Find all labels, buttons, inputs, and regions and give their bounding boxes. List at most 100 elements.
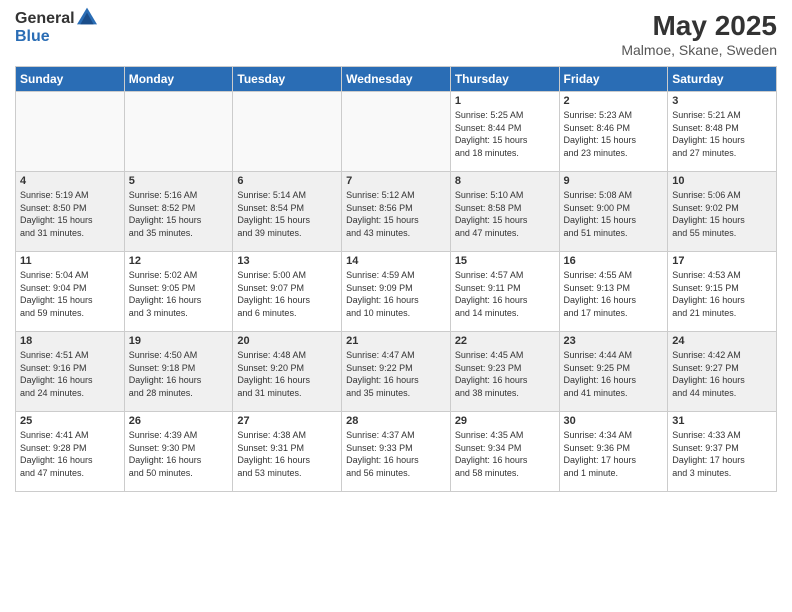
day-info: Sunrise: 5:16 AM Sunset: 8:52 PM Dayligh…: [129, 189, 229, 239]
location-subtitle: Malmoe, Skane, Sweden: [621, 42, 777, 58]
logo-text: General Blue: [15, 10, 97, 45]
table-row: 5 Sunrise: 5:16 AM Sunset: 8:52 PM Daylig…: [124, 172, 233, 252]
week-row-2: 11Sunrise: 5:04 AM Sunset: 9:04 PM Dayli…: [16, 252, 777, 332]
day-info: Sunrise: 4:38 AM Sunset: 9:31 PM Dayligh…: [237, 429, 337, 479]
table-row: 11Sunrise: 5:04 AM Sunset: 9:04 PM Dayli…: [16, 252, 125, 332]
calendar-table: Sunday Monday Tuesday Wednesday Thursday…: [15, 66, 777, 492]
day-number: 17: [672, 255, 772, 267]
day-info: Sunrise: 4:34 AM Sunset: 9:36 PM Dayligh…: [564, 429, 664, 479]
day-info: Sunrise: 5:06 AM Sunset: 9:02 PM Dayligh…: [672, 189, 772, 239]
table-row: 9 Sunrise: 5:08 AM Sunset: 9:00 PM Daylig…: [559, 172, 668, 252]
header-monday: Monday: [124, 67, 233, 92]
table-row: 26Sunrise: 4:39 AM Sunset: 9:30 PM Dayli…: [124, 412, 233, 492]
day-info: Sunrise: 4:55 AM Sunset: 9:13 PM Dayligh…: [564, 269, 664, 319]
table-row: [124, 92, 233, 172]
day-number: 16: [564, 255, 664, 267]
table-row: 31 Sunrise: 4:33 AM Sunset: 9:37 PM Dayli…: [668, 412, 777, 492]
week-row-3: 18Sunrise: 4:51 AM Sunset: 9:16 PM Dayli…: [16, 332, 777, 412]
day-info: Sunrise: 4:51 AM Sunset: 9:16 PM Dayligh…: [20, 349, 120, 399]
day-info: Sunrise: 4:41 AM Sunset: 9:28 PM Dayligh…: [20, 429, 120, 479]
header-friday: Friday: [559, 67, 668, 92]
table-row: [233, 92, 342, 172]
day-info: Sunrise: 5:25 AM Sunset: 8:44 PM Dayligh…: [455, 109, 555, 159]
day-info: Sunrise: 5:12 AM Sunset: 8:56 PM Dayligh…: [346, 189, 446, 239]
table-row: 17 Sunrise: 4:53 AM Sunset: 9:15 PM Dayli…: [668, 252, 777, 332]
header-tuesday: Tuesday: [233, 67, 342, 92]
table-row: 18Sunrise: 4:51 AM Sunset: 9:16 PM Dayli…: [16, 332, 125, 412]
day-number: 10: [672, 175, 772, 187]
day-number: 26: [129, 415, 229, 427]
day-info: Sunrise: 5:23 AM Sunset: 8:46 PM Dayligh…: [564, 109, 664, 159]
day-number: 11: [20, 255, 120, 267]
day-number: 5: [129, 175, 229, 187]
table-row: 19 Sunrise: 4:50 AM Sunset: 9:18 PM Dayli…: [124, 332, 233, 412]
page: General Blue May 2025 Malmoe, Skane, Swe…: [0, 0, 792, 612]
day-info: Sunrise: 4:50 AM Sunset: 9:18 PM Dayligh…: [129, 349, 229, 399]
day-number: 25: [20, 415, 120, 427]
day-info: Sunrise: 5:08 AM Sunset: 9:00 PM Dayligh…: [564, 189, 664, 239]
day-number: 3: [672, 95, 772, 107]
table-row: 29Sunrise: 4:35 AM Sunset: 9:34 PM Dayli…: [450, 412, 559, 492]
title-block: May 2025 Malmoe, Skane, Sweden: [621, 10, 777, 58]
day-info: Sunrise: 4:48 AM Sunset: 9:20 PM Dayligh…: [237, 349, 337, 399]
day-info: Sunrise: 4:44 AM Sunset: 9:25 PM Dayligh…: [564, 349, 664, 399]
table-row: 22 Sunrise: 4:45 AM Sunset: 9:23 PM Dayli…: [450, 332, 559, 412]
week-row-4: 25 Sunrise: 4:41 AM Sunset: 9:28 PM Dayli…: [16, 412, 777, 492]
day-number: 28: [346, 415, 446, 427]
week-row-0: 1 Sunrise: 5:25 AM Sunset: 8:44 PM Daylig…: [16, 92, 777, 172]
table-row: 27Sunrise: 4:38 AM Sunset: 9:31 PM Dayli…: [233, 412, 342, 492]
table-row: 13Sunrise: 5:00 AM Sunset: 9:07 PM Dayli…: [233, 252, 342, 332]
day-info: Sunrise: 4:59 AM Sunset: 9:09 PM Dayligh…: [346, 269, 446, 319]
day-info: Sunrise: 4:57 AM Sunset: 9:11 PM Dayligh…: [455, 269, 555, 319]
week-row-1: 4 Sunrise: 5:19 AM Sunset: 8:50 PM Daylig…: [16, 172, 777, 252]
table-row: 12 Sunrise: 5:02 AM Sunset: 9:05 PM Dayli…: [124, 252, 233, 332]
day-number: 6: [237, 175, 337, 187]
logo-blue: Blue: [15, 28, 97, 46]
header-wednesday: Wednesday: [342, 67, 451, 92]
month-title: May 2025: [621, 10, 777, 42]
day-number: 20: [237, 335, 337, 347]
header-thursday: Thursday: [450, 67, 559, 92]
table-row: 24 Sunrise: 4:42 AM Sunset: 9:27 PM Dayli…: [668, 332, 777, 412]
day-number: 2: [564, 95, 664, 107]
table-row: [16, 92, 125, 172]
table-row: 15 Sunrise: 4:57 AM Sunset: 9:11 PM Dayli…: [450, 252, 559, 332]
table-row: 7Sunrise: 5:12 AM Sunset: 8:56 PM Daylig…: [342, 172, 451, 252]
day-number: 1: [455, 95, 555, 107]
day-info: Sunrise: 4:45 AM Sunset: 9:23 PM Dayligh…: [455, 349, 555, 399]
header-sunday: Sunday: [16, 67, 125, 92]
day-number: 19: [129, 335, 229, 347]
weekday-header-row: Sunday Monday Tuesday Wednesday Thursday…: [16, 67, 777, 92]
day-info: Sunrise: 4:33 AM Sunset: 9:37 PM Dayligh…: [672, 429, 772, 479]
table-row: 30 Sunrise: 4:34 AM Sunset: 9:36 PM Dayli…: [559, 412, 668, 492]
table-row: 6 Sunrise: 5:14 AM Sunset: 8:54 PM Daylig…: [233, 172, 342, 252]
day-info: Sunrise: 5:02 AM Sunset: 9:05 PM Dayligh…: [129, 269, 229, 319]
day-number: 14: [346, 255, 446, 267]
table-row: 2 Sunrise: 5:23 AM Sunset: 8:46 PM Daylig…: [559, 92, 668, 172]
logo-general: General: [15, 10, 75, 28]
day-info: Sunrise: 4:42 AM Sunset: 9:27 PM Dayligh…: [672, 349, 772, 399]
table-row: 16 Sunrise: 4:55 AM Sunset: 9:13 PM Dayli…: [559, 252, 668, 332]
header-saturday: Saturday: [668, 67, 777, 92]
day-info: Sunrise: 5:19 AM Sunset: 8:50 PM Dayligh…: [20, 189, 120, 239]
day-number: 15: [455, 255, 555, 267]
day-number: 29: [455, 415, 555, 427]
day-info: Sunrise: 5:21 AM Sunset: 8:48 PM Dayligh…: [672, 109, 772, 159]
day-number: 30: [564, 415, 664, 427]
table-row: 1 Sunrise: 5:25 AM Sunset: 8:44 PM Daylig…: [450, 92, 559, 172]
day-number: 9: [564, 175, 664, 187]
day-number: 23: [564, 335, 664, 347]
day-number: 31: [672, 415, 772, 427]
header: General Blue May 2025 Malmoe, Skane, Swe…: [15, 10, 777, 58]
day-info: Sunrise: 5:10 AM Sunset: 8:58 PM Dayligh…: [455, 189, 555, 239]
day-number: 24: [672, 335, 772, 347]
table-row: 21Sunrise: 4:47 AM Sunset: 9:22 PM Dayli…: [342, 332, 451, 412]
table-row: 4 Sunrise: 5:19 AM Sunset: 8:50 PM Daylig…: [16, 172, 125, 252]
logo-icon: [77, 6, 97, 26]
day-number: 12: [129, 255, 229, 267]
day-info: Sunrise: 4:53 AM Sunset: 9:15 PM Dayligh…: [672, 269, 772, 319]
day-number: 4: [20, 175, 120, 187]
day-info: Sunrise: 5:14 AM Sunset: 8:54 PM Dayligh…: [237, 189, 337, 239]
day-number: 22: [455, 335, 555, 347]
table-row: 23 Sunrise: 4:44 AM Sunset: 9:25 PM Dayli…: [559, 332, 668, 412]
